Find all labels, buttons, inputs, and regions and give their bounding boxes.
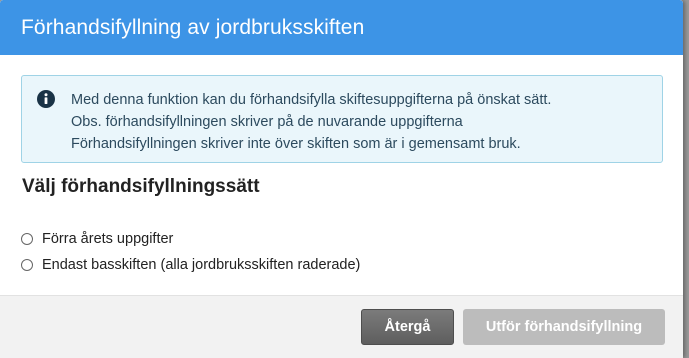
options-heading: Välj förhandsifyllningssätt xyxy=(22,176,260,197)
info-text: Med denna funktion kan du förhandsifylla… xyxy=(71,89,551,155)
info-line: Förhandsifyllningen skriver inte över sk… xyxy=(71,136,521,152)
back-button[interactable]: Återgå xyxy=(361,309,454,345)
info-line: Med denna funktion kan du förhandsifylla… xyxy=(71,92,552,108)
info-line: Obs. förhandsifyllningen skriver på de n… xyxy=(71,114,463,130)
radio-button[interactable] xyxy=(21,259,33,271)
radio-label: Endast basskiften (alla jordbruksskiften… xyxy=(42,257,361,273)
info-circle-icon xyxy=(37,90,55,108)
option-base-parcels-only[interactable]: Endast basskiften (alla jordbruksskiften… xyxy=(21,257,360,273)
radio-label: Förra årets uppgifter xyxy=(42,231,174,247)
dialog-header: Förhandsifyllning av jordbruksskiften xyxy=(0,0,683,55)
execute-prefill-button[interactable]: Utför förhandsifyllning xyxy=(463,309,665,345)
info-box: Med denna funktion kan du förhandsifylla… xyxy=(21,75,663,163)
radio-button[interactable] xyxy=(21,233,33,245)
dialog-footer: Återgå Utför förhandsifyllning xyxy=(0,295,683,358)
prefill-dialog: Förhandsifyllning av jordbruksskiften Me… xyxy=(0,0,683,358)
dialog-title: Förhandsifyllning av jordbruksskiften xyxy=(21,15,365,39)
option-previous-year[interactable]: Förra årets uppgifter xyxy=(21,231,173,247)
